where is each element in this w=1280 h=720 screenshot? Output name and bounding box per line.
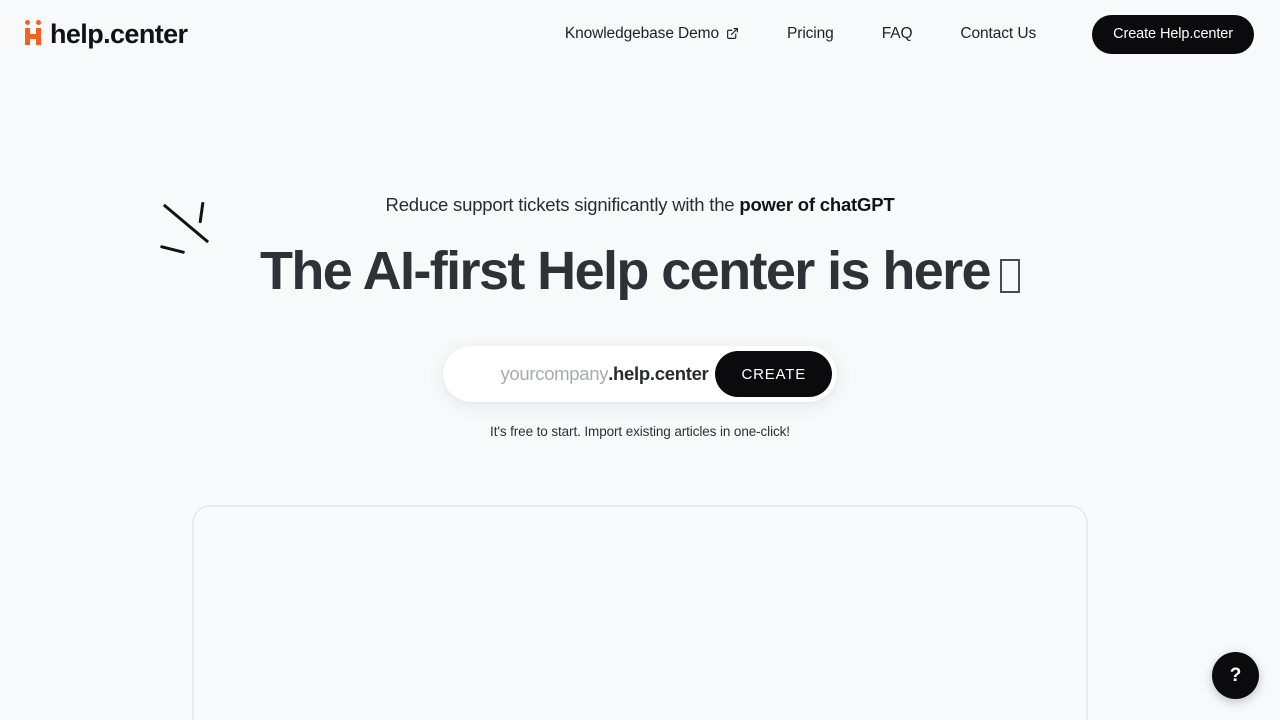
nav-item-pricing[interactable]: Pricing xyxy=(763,25,858,43)
signup-domain-form: .help.center CREATE xyxy=(443,346,837,402)
hero-eyebrow-plain: Reduce support tickets significantly wit… xyxy=(385,194,740,215)
signup-helper-note: It's free to start. Import existing arti… xyxy=(490,424,790,439)
page-title: The AI-first Help center is here xyxy=(0,240,1280,302)
company-subdomain-input[interactable] xyxy=(458,363,609,385)
headline-text: The AI-first Help center is here xyxy=(259,241,992,301)
nav-item-label: FAQ xyxy=(881,25,913,42)
nav-item-label: Pricing xyxy=(787,25,834,42)
hero-eyebrow-bold: power of chatGPT xyxy=(739,194,895,215)
domain-input-wrap: .help.center xyxy=(443,363,715,385)
create-submit-button[interactable]: CREATE xyxy=(715,351,832,397)
hero-media-frame xyxy=(192,505,1088,720)
hero-eyebrow: Reduce support tickets significantly wit… xyxy=(0,194,1280,216)
brand-name: help.center xyxy=(50,18,188,49)
nav-item-contact-us[interactable]: Contact Us xyxy=(936,25,1060,43)
site-header: help.center Knowledgebase Demo Pricing F… xyxy=(0,0,1280,68)
brand-logo-link[interactable]: help.center xyxy=(24,18,188,49)
nav-item-faq[interactable]: FAQ xyxy=(858,25,937,43)
create-help-center-button[interactable]: Create Help.center xyxy=(1092,14,1254,54)
domain-suffix-label: .help.center xyxy=(608,363,709,384)
external-link-icon xyxy=(726,27,739,40)
help-support-button[interactable]: ? xyxy=(1212,652,1259,699)
nav-item-label: Contact Us xyxy=(960,25,1037,42)
dotted-h-logo-icon xyxy=(24,19,46,49)
nav-item-label: Knowledgebase Demo xyxy=(564,25,720,42)
nav-item-knowledgebase-demo[interactable]: Knowledgebase Demo xyxy=(565,25,763,43)
primary-navigation: Knowledgebase Demo Pricing FAQ Contact U… xyxy=(565,14,1254,54)
missing-glyph-box-icon xyxy=(1000,259,1020,293)
